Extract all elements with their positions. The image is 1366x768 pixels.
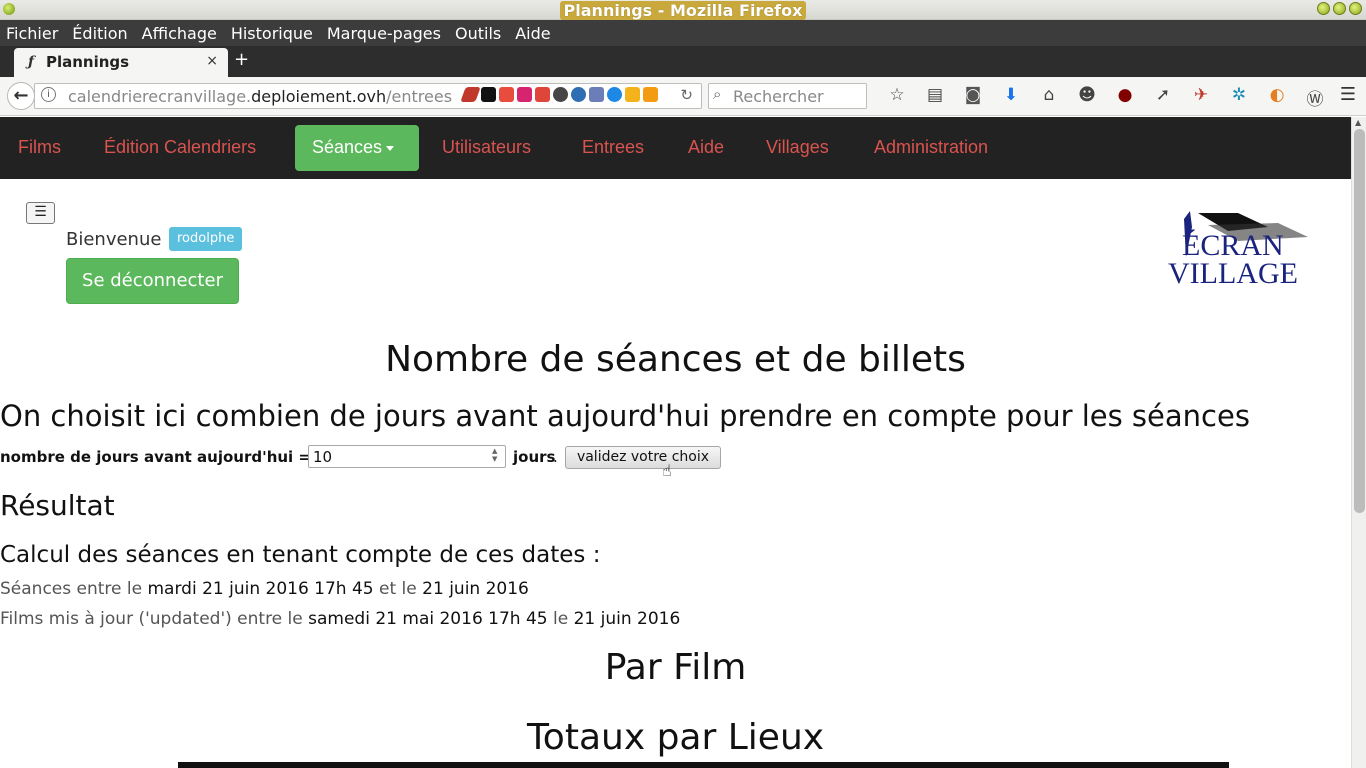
days-unit: jours [513,448,556,466]
new-tab-button[interactable]: + [234,49,249,70]
nav-aide[interactable]: Aide [688,137,724,158]
menu-fichier[interactable]: Fichier [6,24,58,43]
films-update-range: Films mis à jour ('updated') entre le sa… [0,609,681,629]
toolbar-icons: ☆ ▤ ◙ ⬇ ⌂ ☻ ● ➚ ✈ ✲ ◐ Ⓦ [878,85,1334,110]
menu-outils[interactable]: Outils [455,24,501,43]
reading-list-icon[interactable]: ▤ [916,85,954,110]
logo-word-village: VILLAGE [1168,257,1298,287]
result-heading: Résultat [0,489,115,522]
seances-date-range: Séances entre le mardi 21 juin 2016 17h … [0,579,529,599]
caret-down-icon [386,145,395,151]
home-icon[interactable]: ⌂ [1030,85,1068,110]
ecran-village-logo: ÉCRAN VILLAGE [1168,211,1308,287]
validate-button[interactable]: validez votre choix [565,446,721,469]
shortcut-icon-4[interactable] [517,87,532,102]
sidebar-toggle-button[interactable]: ☰ [26,202,55,224]
search-placeholder: Rechercher [733,87,824,106]
tab-title: Plannings [46,53,130,71]
username-badge: rodolphe [169,227,243,251]
nav-administration[interactable]: Administration [874,137,988,158]
minimize-button[interactable] [1317,2,1330,15]
menu-edition[interactable]: Édition [72,24,127,43]
menu-historique[interactable]: Historique [231,24,313,43]
par-film-heading: Par Film [604,647,747,688]
url-text[interactable]: calendrierecranvillage.deploiement.ovh/e… [68,87,452,106]
days-label: nombre de jours avant aujourd'hui = [0,448,311,466]
window-title: Plannings - Mozilla Firefox [0,1,1366,20]
page-content: Films Édition Calendriers Séances Utilis… [0,117,1351,768]
menu-aide[interactable]: Aide [515,24,550,43]
wordpress-shortcut-icon[interactable] [553,87,568,102]
nav-villages[interactable]: Villages [766,137,829,158]
search-icon: ⌕ [713,85,722,103]
calc-heading: Calcul des séances en tenant compte de c… [0,542,601,568]
logout-button[interactable]: Se déconnecter [66,258,239,304]
close-window-button[interactable] [1349,2,1362,15]
site-info-icon[interactable]: i [41,87,56,102]
shortcut-icon-11[interactable] [643,87,658,102]
menu-affichage[interactable]: Affichage [142,24,217,43]
page-subtitle: On choisit ici combien de jours avant au… [0,399,1250,433]
nav-entrees[interactable]: Entrees [582,137,644,158]
browser-menubar: Fichier Édition Affichage Historique Mar… [0,20,1366,46]
tab-bar: ƒ Plannings × [0,46,1366,77]
wordpress-icon[interactable]: Ⓦ [1296,85,1334,110]
nav-films[interactable]: Films [18,137,61,158]
page-scrollbar[interactable]: ▲ [1351,117,1366,768]
page-favicon-icon: ƒ [28,54,35,70]
shortcut-icon-3[interactable] [499,87,514,102]
tab-plannings[interactable]: ƒ Plannings × [14,48,228,77]
extension-colorful-icon[interactable]: ◐ [1258,85,1296,110]
welcome-text: Bienvenue ! [66,229,175,250]
nav-edition-calendriers[interactable]: Édition Calendriers [104,137,256,158]
url-bar[interactable]: i calendrierecranvillage.deploiement.ovh… [34,83,702,109]
table-top-border [178,762,1229,768]
period: . [553,448,558,466]
nav-toolbar: i calendrierecranvillage.deploiement.ovh… [0,77,1366,116]
number-spinner[interactable]: ▲ ▼ [492,447,497,463]
chat-icon[interactable]: ☻ [1068,85,1106,110]
close-tab-icon[interactable]: × [206,53,218,69]
reload-icon[interactable]: ↻ [680,86,693,104]
site-navbar: Films Édition Calendriers Séances Utilis… [0,117,1351,179]
menu-marque-pages[interactable]: Marque-pages [327,24,441,43]
scrollbar-thumb[interactable] [1354,129,1365,513]
extension-arrow-icon[interactable]: ➚ [1144,85,1182,110]
back-button[interactable]: ← [7,82,35,110]
scroll-up-icon[interactable]: ▲ [1355,118,1361,127]
shortcut-icon-1[interactable] [460,87,481,102]
page-title: Nombre de séances et de billets [385,339,966,380]
hand-cursor-icon: ☝ [662,461,672,480]
shortcut-icon-2[interactable] [481,87,496,102]
shortcut-icon-9[interactable] [607,87,622,102]
download-icon[interactable]: ⬇ [992,85,1030,110]
ublock-icon[interactable]: ● [1106,85,1144,110]
shortcut-icon-5[interactable] [535,87,550,102]
php-shortcut-icon[interactable] [589,87,604,102]
window-titlebar: Plannings - Mozilla Firefox [0,0,1366,20]
days-input[interactable] [308,445,506,468]
shortcut-icon-7[interactable] [571,87,586,102]
bookmark-star-icon[interactable]: ☆ [878,85,916,110]
bookmark-shortcut-icons [460,87,658,102]
extension-badge-icon[interactable]: ✈ [1182,85,1220,110]
pocket-icon[interactable]: ◙ [954,85,992,110]
nav-seances-dropdown[interactable]: Séances [295,125,419,171]
shortcut-icon-10[interactable] [625,87,640,102]
search-box[interactable]: ⌕ Rechercher [708,83,867,109]
maximize-button[interactable] [1333,2,1346,15]
totaux-lieux-heading: Totaux par Lieux [526,717,825,758]
browser-menu-icon[interactable]: ☰ [1340,84,1356,105]
extension-network-icon[interactable]: ✲ [1220,85,1258,110]
nav-utilisateurs[interactable]: Utilisateurs [442,137,531,158]
